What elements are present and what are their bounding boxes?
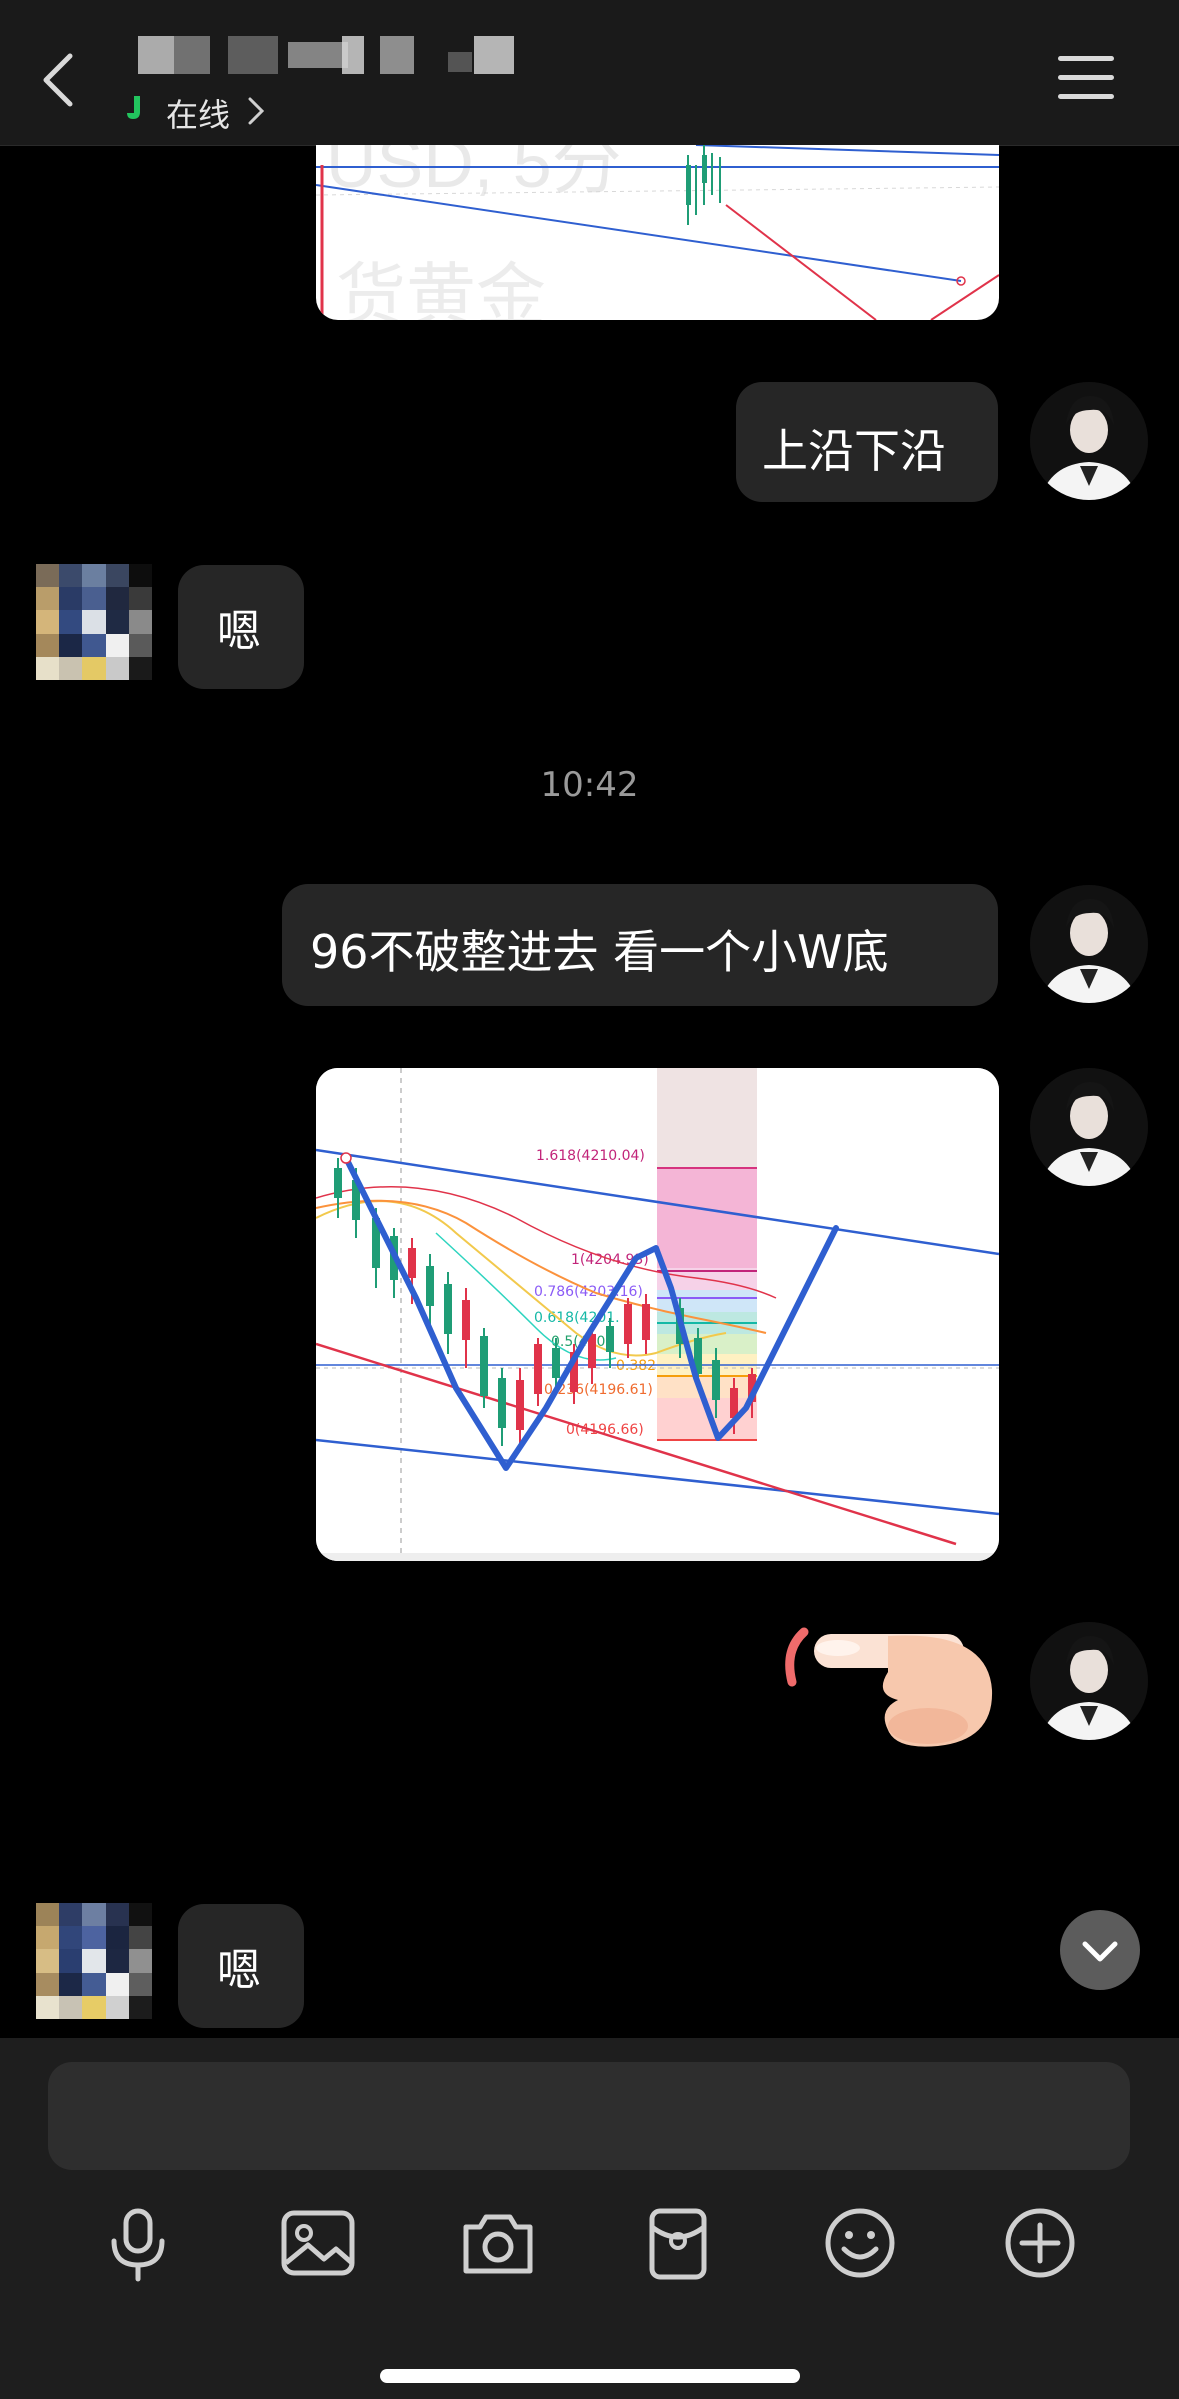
microphone-icon[interactable]: [98, 2203, 178, 2283]
contact-avatar-pixelated[interactable]: [36, 1903, 152, 2019]
scroll-to-bottom-button[interactable]: [1060, 1910, 1140, 1990]
pointing-hand-icon[interactable]: [778, 1610, 998, 1750]
chart-image-partial-drawing: USD, 5分 货黄金: [316, 145, 999, 320]
my-avatar[interactable]: [1030, 382, 1148, 500]
message-bubble-incoming[interactable]: 嗯: [178, 565, 304, 689]
add-icon[interactable]: [1000, 2203, 1080, 2283]
emoji-icon[interactable]: [820, 2203, 900, 2283]
message-text: 嗯: [217, 606, 261, 657]
watermark-line2: 货黄金: [336, 255, 546, 320]
message-bubble-incoming[interactable]: 嗯: [178, 1904, 304, 2028]
my-avatar[interactable]: [1030, 1068, 1148, 1186]
chart-image-partial[interactable]: USD, 5分 货黄金: [316, 145, 999, 320]
message-input[interactable]: [48, 2062, 1130, 2170]
message-text: 嗯: [217, 1945, 261, 1996]
contact-name-pixelated: [118, 36, 588, 80]
chevron-right-icon[interactable]: [246, 96, 266, 126]
fib-label: 1.618(4210.04): [536, 1148, 645, 1164]
my-avatar[interactable]: [1030, 1622, 1148, 1740]
avatar-portrait-icon: [1030, 1068, 1148, 1186]
avatar-portrait-icon: [1030, 885, 1148, 1003]
avatar-portrait-icon: [1030, 1622, 1148, 1740]
chevron-down-icon: [1082, 1941, 1118, 1962]
fib-label: 0.618(4201.: [534, 1310, 620, 1326]
contact-avatar-pixelated[interactable]: [36, 564, 152, 680]
back-chevron-icon[interactable]: [36, 50, 86, 110]
home-indicator: [380, 2369, 800, 2383]
online-status-label[interactable]: 在线: [166, 90, 230, 136]
my-avatar[interactable]: [1030, 885, 1148, 1003]
chart-image-message[interactable]: 1.618(4210.04) 1(4204.93) 0.786(4203.16)…: [316, 1068, 999, 1561]
menu-icon[interactable]: [1058, 56, 1114, 100]
image-icon[interactable]: [278, 2203, 358, 2283]
avatar-portrait-icon: [1030, 382, 1148, 500]
message-text: 96不破整进去 看一个小W底: [310, 925, 889, 979]
camera-icon[interactable]: [458, 2203, 538, 2283]
message-timestamp: 10:42: [540, 765, 639, 805]
online-status-icon: [127, 96, 140, 119]
fib-label: 0(4196.66): [566, 1422, 644, 1438]
message-bubble-outgoing[interactable]: 上沿下沿: [736, 382, 998, 502]
message-text: 上沿下沿: [762, 424, 946, 478]
trading-chart-drawing: 1.618(4210.04) 1(4204.93) 0.786(4203.16)…: [316, 1068, 999, 1561]
fib-label: 0.786(4203.16): [534, 1284, 643, 1300]
red-packet-icon[interactable]: [638, 2203, 718, 2283]
message-bubble-outgoing[interactable]: 96不破整进去 看一个小W底: [282, 884, 998, 1006]
fib-label: 0.382: [616, 1358, 656, 1374]
